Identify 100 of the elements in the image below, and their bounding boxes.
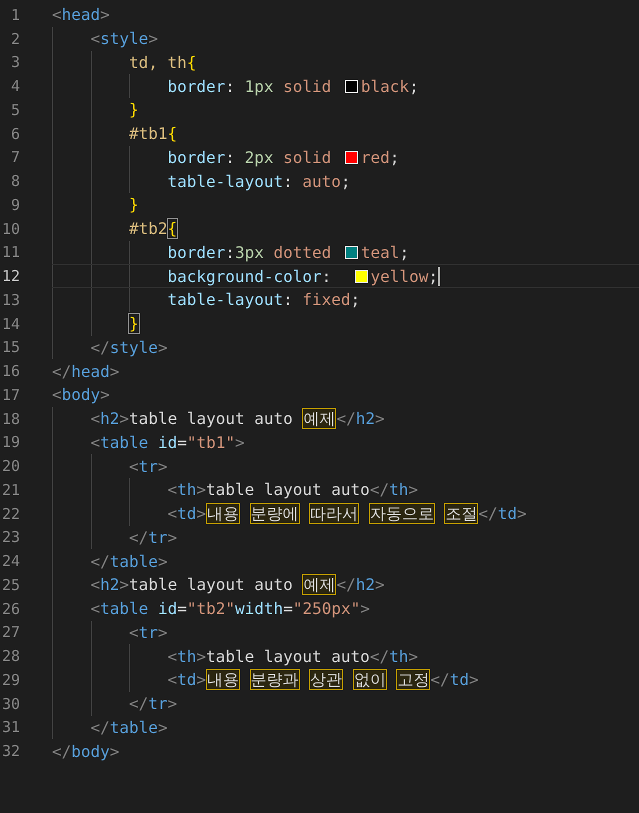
line-number: 11 — [0, 243, 20, 262]
code-text: { — [186, 52, 196, 72]
code-text: h2 — [100, 575, 120, 594]
code-text: 3px — [234, 242, 265, 262]
code-text: table layout auto — [129, 575, 294, 594]
highlighted-text: 분량과 — [250, 669, 300, 690]
code-text: > — [516, 504, 527, 524]
code-text: </ — [370, 480, 390, 500]
code-text: < — [52, 5, 62, 24]
code-text: black — [360, 76, 410, 96]
code-text: "250px" — [292, 599, 360, 618]
code-text: "tb2" — [186, 599, 236, 618]
color-swatch[interactable] — [344, 80, 358, 93]
code-text: > — [196, 480, 206, 500]
code-text: </ — [430, 670, 450, 690]
code-text: = — [177, 599, 187, 618]
line-number: 27 — [0, 623, 20, 642]
code-text: ; — [350, 290, 360, 310]
line-number: 4 — [10, 77, 20, 96]
highlighted-text: 자동으로 — [368, 503, 435, 524]
code-text: table layout auto — [129, 409, 294, 428]
line-number: 15 — [0, 338, 20, 356]
code-text: </ — [478, 504, 498, 524]
code-text: border — [168, 242, 226, 262]
code-text: table — [110, 552, 158, 571]
code-text: h2 — [356, 575, 375, 594]
matched-bracket: { — [168, 219, 178, 238]
code-text: 2px — [244, 148, 274, 167]
highlighted-text: 고정 — [396, 669, 430, 690]
code-text: red — [360, 148, 390, 167]
code-text: > — [158, 718, 168, 737]
line-number: 13 — [0, 290, 20, 309]
code-text: > — [374, 575, 385, 594]
code-text: < — [90, 599, 100, 618]
line-number: 25 — [0, 576, 20, 594]
code-text: td — [177, 670, 196, 690]
line-number: 16 — [0, 362, 20, 380]
code-text: background-color — [168, 266, 322, 286]
code-text: : — [225, 242, 235, 262]
code-text: </ — [129, 528, 148, 547]
code-text: </ — [90, 338, 110, 357]
highlighted-text: 상관 — [309, 669, 344, 690]
code-text: table-layout — [168, 290, 284, 310]
text-cursor — [438, 266, 440, 286]
code-text: < — [168, 504, 178, 524]
code-text: < — [52, 385, 62, 404]
code-text: th — [389, 480, 408, 500]
line-number: 1 — [10, 6, 20, 24]
code-text: > — [158, 552, 168, 571]
line-number: 10 — [0, 220, 20, 238]
code-text: > — [158, 622, 168, 642]
code-text: ; — [340, 172, 351, 191]
code-text: </ — [90, 718, 110, 737]
line-number: 14 — [0, 314, 20, 333]
code-text: > — [468, 670, 479, 690]
line-number: 7 — [10, 148, 20, 166]
code-text: > — [110, 362, 120, 381]
line-number: 28 — [0, 647, 20, 666]
code-text: < — [90, 409, 100, 428]
code-text: < — [129, 622, 139, 642]
code-text: border — [168, 76, 226, 96]
code-text: style — [110, 338, 158, 357]
code-text: solid — [283, 76, 332, 96]
code-text: table — [100, 432, 150, 452]
line-number: 18 — [0, 410, 20, 428]
code-text: = — [177, 432, 187, 452]
code-text: } — [129, 100, 139, 120]
highlighted-text: 따라서 — [309, 503, 360, 524]
highlighted-text: 예제 — [302, 408, 336, 430]
color-swatch[interactable] — [344, 246, 358, 259]
highlighted-text: 예제 — [302, 574, 336, 596]
line-number: 29 — [0, 670, 20, 689]
line-number: 32 — [0, 742, 20, 760]
code-text: table — [100, 599, 150, 618]
color-swatch[interactable] — [354, 270, 368, 283]
code-text: < — [90, 432, 100, 452]
code-text: > — [158, 456, 168, 476]
color-swatch[interactable] — [344, 150, 358, 164]
line-number: 20 — [0, 457, 20, 476]
code-text: td — [498, 504, 517, 524]
line-number: 5 — [10, 100, 20, 119]
code-text: > — [168, 528, 178, 547]
code-text: td — [177, 504, 196, 524]
code-text: </ — [370, 646, 390, 666]
code-text: auto — [302, 172, 341, 191]
code-text: </ — [90, 552, 110, 571]
line-number: 3 — [10, 53, 20, 72]
line-number: 19 — [0, 433, 20, 452]
line-number: 24 — [0, 552, 20, 570]
code-text: : — [283, 290, 294, 310]
code-text: : — [225, 76, 236, 96]
line-number: 2 — [10, 30, 20, 48]
code-text: width — [235, 599, 284, 618]
code-text: th — [177, 480, 196, 500]
code-text: > — [374, 409, 385, 428]
code-text: = — [283, 599, 293, 618]
code-text: id — [158, 599, 178, 618]
highlighted-text: 없이 — [352, 669, 387, 690]
code-text: ; — [409, 76, 419, 96]
highlighted-text: 조절 — [444, 503, 478, 524]
